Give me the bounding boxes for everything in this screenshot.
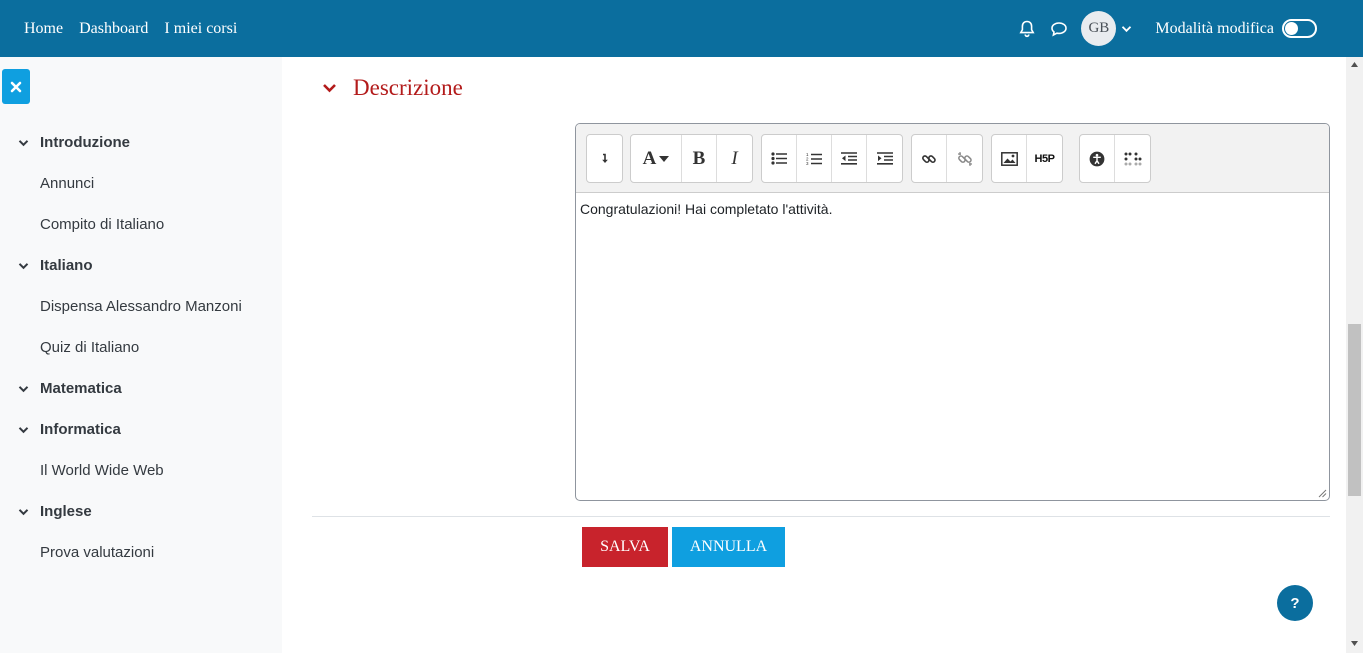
section-italiano[interactable]: Italiano	[0, 245, 282, 286]
chevron-down-icon[interactable]	[1121, 22, 1135, 36]
section-label: Introduzione	[40, 134, 130, 151]
nav-link-dashboard[interactable]: Dashboard	[79, 20, 148, 38]
svg-text:3: 3	[806, 161, 809, 166]
course-item-compito-italiano[interactable]: Compito di Italiano	[0, 204, 282, 245]
unlink-button[interactable]	[947, 135, 982, 182]
paragraph-style-button[interactable]: A	[631, 135, 682, 182]
section-inglese[interactable]: Inglese	[0, 491, 282, 532]
section-header[interactable]: Descrizione	[322, 74, 463, 102]
chevron-down-icon[interactable]	[18, 424, 30, 436]
toolbar-group-media: H5P	[991, 134, 1063, 183]
chevron-down-icon[interactable]	[18, 260, 30, 272]
chevron-down-icon[interactable]	[322, 80, 338, 96]
course-item-prova-valutazioni[interactable]: Prova valutazioni	[0, 532, 282, 573]
cancel-button[interactable]: ANNULLA	[672, 527, 785, 567]
section-title: Descrizione	[353, 75, 463, 100]
chevron-down-icon[interactable]	[18, 506, 30, 518]
edit-mode-label: Modalità modifica	[1155, 19, 1274, 37]
course-item-dispensa-manzoni[interactable]: Dispensa Alessandro Manzoni	[0, 286, 282, 327]
braille-icon	[1124, 152, 1141, 165]
h5p-icon: H5P	[1034, 152, 1055, 165]
section-label: Informatica	[40, 421, 121, 438]
course-item-world-wide-web[interactable]: Il World Wide Web	[0, 450, 282, 491]
insert-link-button[interactable]	[912, 135, 947, 182]
toolbar-group-lists: 123	[761, 134, 903, 183]
accessibility-icon	[1089, 151, 1105, 166]
bell-icon[interactable]	[1017, 19, 1037, 39]
section-introduzione[interactable]: Introduzione	[0, 122, 282, 163]
screen-reader-helper-button[interactable]	[1115, 135, 1150, 182]
toolbar-group-collapse	[586, 134, 623, 183]
italic-glyph: I	[731, 147, 738, 169]
nav-link-home[interactable]: Home	[24, 20, 63, 38]
nav-link-my-courses[interactable]: I miei corsi	[164, 20, 237, 38]
scroll-up-icon[interactable]	[1350, 61, 1359, 68]
indent-icon	[876, 152, 893, 165]
section-matematica[interactable]: Matematica	[0, 368, 282, 409]
primary-navigation: Home Dashboard I miei corsi	[24, 0, 253, 57]
insert-h5p-button[interactable]: H5P	[1027, 135, 1062, 182]
avatar[interactable]: GB	[1081, 11, 1117, 46]
indent-button[interactable]	[867, 135, 902, 182]
arrow-down-icon	[601, 153, 608, 163]
chevron-down-icon[interactable]	[18, 137, 30, 149]
course-item-annunci[interactable]: Annunci	[0, 163, 282, 204]
chat-icon[interactable]	[1049, 19, 1069, 39]
toggle-knob	[1285, 22, 1298, 35]
ordered-list-button[interactable]: 123	[797, 135, 832, 182]
insert-image-button[interactable]	[992, 135, 1027, 182]
chevron-down-icon[interactable]	[18, 383, 30, 395]
toolbar-group-links	[911, 134, 983, 183]
unordered-list-button[interactable]	[762, 135, 797, 182]
bullet-list-icon	[771, 152, 787, 165]
section-label: Italiano	[40, 257, 93, 274]
section-informatica[interactable]: Informatica	[0, 409, 282, 450]
editor-toolbar: A B I 123 H5P	[576, 124, 1329, 193]
bold-button[interactable]: B	[682, 135, 717, 182]
bold-glyph: B	[692, 147, 706, 169]
edit-mode-toggle[interactable]	[1282, 19, 1317, 38]
toolbar-group-style: A B I	[630, 134, 753, 183]
numbered-list-icon: 123	[806, 152, 822, 166]
italic-button[interactable]: I	[717, 135, 752, 182]
scrollbar-thumb[interactable]	[1348, 324, 1361, 496]
top-navbar: Home Dashboard I miei corsi GB Modalità …	[0, 0, 1363, 57]
section-label: Inglese	[40, 503, 92, 520]
collapse-toolbar-button[interactable]	[587, 135, 622, 182]
editor-content-area[interactable]: Congratulazioni! Hai completato l'attivi…	[576, 193, 1329, 225]
close-drawer-button[interactable]	[2, 69, 30, 104]
page-scrollbar[interactable]	[1346, 57, 1363, 653]
scroll-down-icon[interactable]	[1350, 640, 1359, 647]
accessibility-checker-button[interactable]	[1080, 135, 1115, 182]
course-index: Introduzione Annunci Compito di Italiano…	[0, 122, 282, 573]
resize-handle-icon[interactable]	[1318, 489, 1327, 498]
text-editor: A B I 123 H5P Congratulazioni! Hai compl…	[575, 123, 1330, 501]
course-item-quiz-italiano[interactable]: Quiz di Italiano	[0, 327, 282, 368]
user-navigation: GB Modalità modifica	[1017, 0, 1317, 57]
help-icon: ?	[1290, 594, 1300, 612]
toolbar-group-accessibility	[1079, 134, 1151, 183]
outdent-icon	[841, 152, 857, 165]
help-button[interactable]: ?	[1277, 585, 1313, 621]
section-label: Matematica	[40, 380, 122, 397]
form-divider	[312, 516, 1330, 517]
save-button[interactable]: SALVA	[582, 527, 668, 567]
unlink-icon	[957, 151, 972, 166]
font-style-glyph: A	[642, 147, 657, 169]
image-icon	[1000, 151, 1018, 166]
link-icon	[922, 154, 936, 163]
close-icon	[10, 81, 22, 92]
caret-down-icon	[659, 155, 670, 162]
course-index-drawer: Introduzione Annunci Compito di Italiano…	[0, 57, 282, 653]
outdent-button[interactable]	[832, 135, 867, 182]
